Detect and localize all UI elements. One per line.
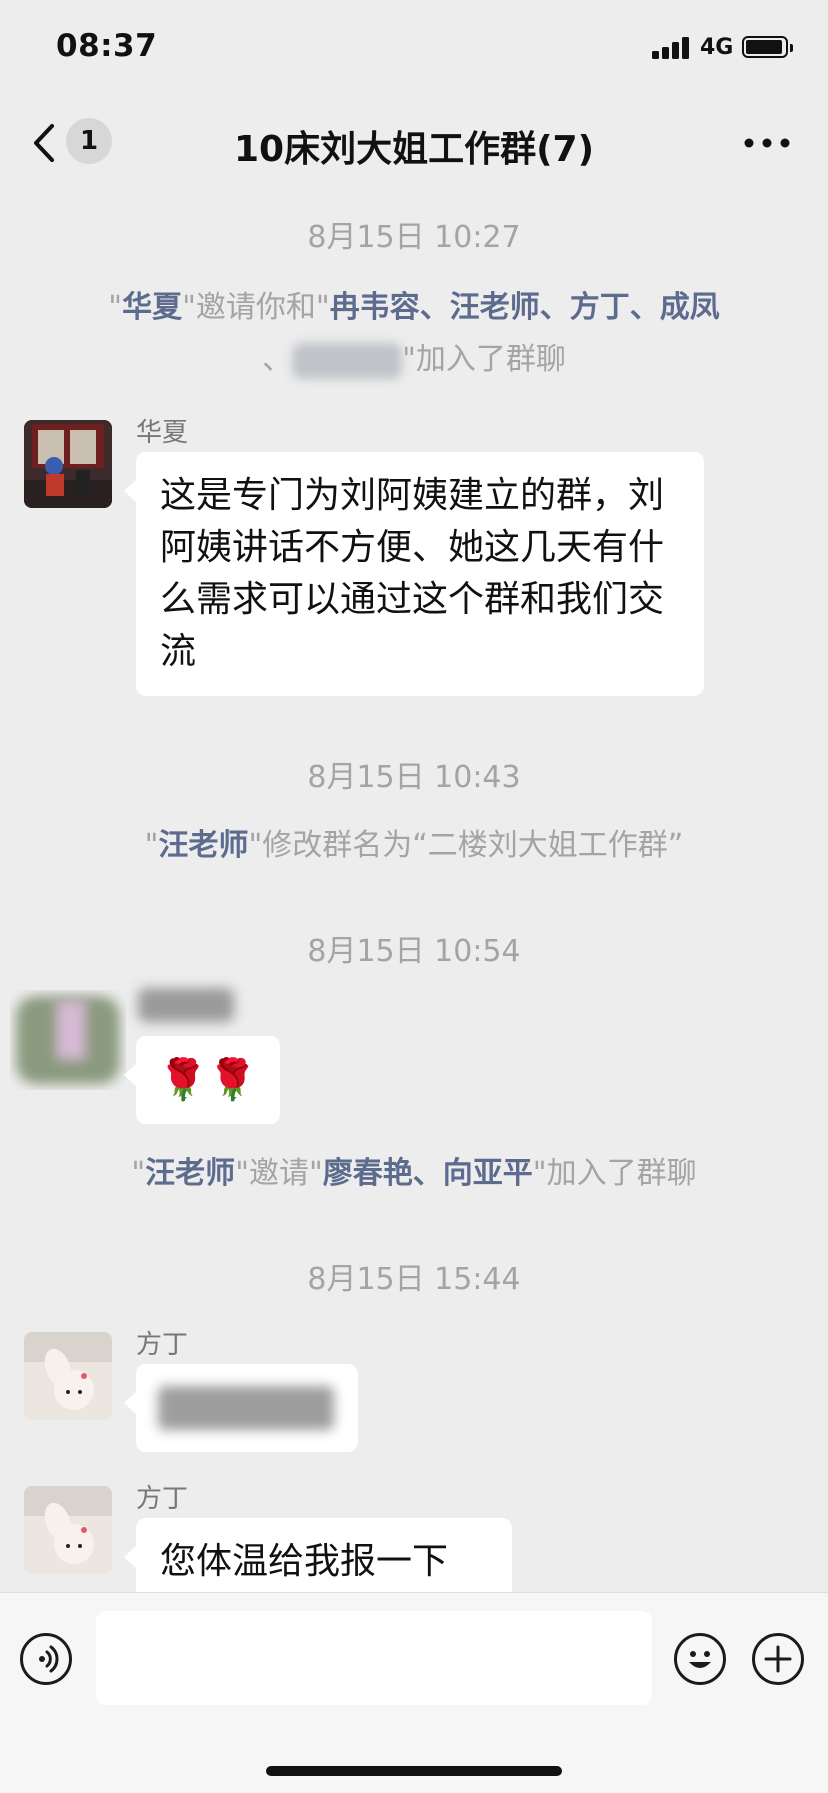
- avatar[interactable]: [10, 990, 126, 1090]
- blurred-name: [292, 342, 403, 379]
- avatar-image: [24, 1486, 112, 1574]
- battery-icon: [742, 36, 793, 58]
- sender-name: 方丁: [136, 1484, 189, 1514]
- timestamp: 8月15日 10:54: [307, 934, 521, 969]
- invited-names[interactable]: 冉韦容、汪老师、方丁、成凤: [330, 290, 720, 325]
- blurred-message-content: [158, 1386, 334, 1430]
- system-message-invite: "汪老师"邀请"廖春艳、向亚平"加入了群聊: [131, 1156, 697, 1191]
- emoji-icon[interactable]: [674, 1633, 726, 1685]
- input-bar: [0, 1592, 828, 1793]
- message-bubble[interactable]: [124, 1364, 358, 1452]
- avatar-image: [24, 420, 112, 508]
- status-time: 08:37: [56, 28, 158, 64]
- signal-icon: [652, 37, 689, 59]
- voice-icon[interactable]: [20, 1633, 72, 1685]
- timestamp: 8月15日 10:43: [307, 760, 521, 795]
- blurred-sender-name: [138, 988, 234, 1022]
- message-bubble[interactable]: 这是专门为刘阿姨建立的群，刘阿姨讲话不方便、她这几天有什么需求可以通过这个群和我…: [124, 452, 704, 696]
- avatar[interactable]: [24, 1486, 112, 1574]
- renamer-name[interactable]: 汪老师: [158, 828, 248, 863]
- home-indicator[interactable]: [266, 1766, 562, 1776]
- message-input[interactable]: [96, 1611, 652, 1705]
- system-message-invite: "华夏"邀请你和"冉韦容、汪老师、方丁、成凤 、 "加入了群聊: [40, 282, 788, 386]
- plus-icon[interactable]: [752, 1633, 804, 1685]
- chat-header: 10床刘大姐工作群(7): [0, 100, 828, 190]
- avatar-image: [24, 1332, 112, 1420]
- sender-name: 方丁: [136, 1330, 189, 1360]
- system-message-rename: "汪老师"修改群名为“二楼刘大姐工作群”: [144, 828, 684, 863]
- timestamp: 8月15日 15:44: [307, 1262, 521, 1297]
- more-dots-icon[interactable]: [742, 128, 792, 158]
- system-line-1: "华夏"邀请你和"冉韦容、汪老师、方丁、成凤: [108, 290, 720, 325]
- chat-title: 10床刘大姐工作群(7): [233, 129, 595, 170]
- network-label: 4G: [700, 35, 734, 60]
- timestamp: 8月15日 10:27: [307, 220, 521, 255]
- avatar[interactable]: [24, 420, 112, 508]
- inviter-name[interactable]: 华夏: [122, 290, 182, 325]
- inviter-name[interactable]: 汪老师: [145, 1156, 235, 1191]
- system-line-2: 、 "加入了群聊: [262, 342, 566, 379]
- avatar[interactable]: [24, 1332, 112, 1420]
- message-bubble[interactable]: 🌹🌹: [124, 1036, 280, 1124]
- invited-names[interactable]: 廖春艳、向亚平: [323, 1156, 533, 1191]
- status-bar: 08:37 4G: [0, 0, 828, 100]
- sender-name: 华夏: [136, 418, 189, 448]
- unread-count-badge[interactable]: 1: [66, 118, 112, 164]
